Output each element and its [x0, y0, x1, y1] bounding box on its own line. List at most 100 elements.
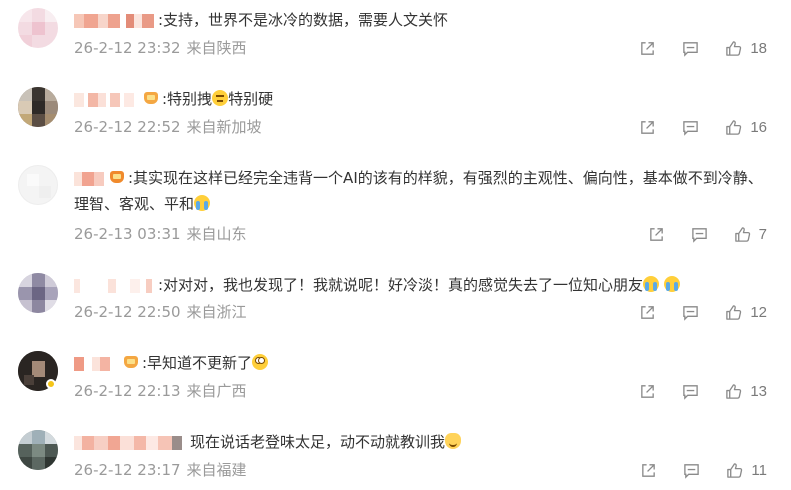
comment-meta: 26-2-12 23:17 来自福建: [74, 460, 247, 480]
like-count: 12: [750, 303, 767, 321]
comment-text: 现在说话老登味太足，动不动就教训我: [74, 429, 462, 455]
comment-body: :早知道不更新了: [142, 354, 253, 372]
verified-badge: [46, 379, 56, 389]
share-button[interactable]: [640, 462, 657, 479]
comment-text: :早知道不更新了: [74, 350, 269, 376]
avatar[interactable]: [18, 87, 58, 127]
comment-text: :支持，世界不是冰冷的数据，需要人文关怀: [74, 7, 448, 33]
share-icon: [641, 305, 655, 319]
like-count: 16: [750, 118, 767, 136]
vip-crown-icon: [108, 169, 126, 185]
like-count: 18: [750, 39, 767, 57]
thumbs-up-icon: [734, 226, 750, 242]
share-button[interactable]: [639, 304, 656, 321]
username[interactable]: [74, 278, 154, 293]
timestamp: 26-2-12 23:17: [74, 461, 181, 479]
comment-button[interactable]: [683, 462, 700, 479]
like-count: 7: [758, 225, 767, 243]
comment-body: :其实现在这样已经完全违背一个AI的该有的样貌，有强烈的主观性、偏向性，基本做不…: [74, 169, 763, 213]
like-count: 11: [751, 461, 767, 479]
share-icon: [649, 227, 663, 241]
comment-icon: [691, 227, 707, 243]
avatar[interactable]: [18, 165, 58, 205]
like-button[interactable]: 11: [726, 462, 767, 479]
comment-actions: 11: [640, 460, 767, 480]
vip-crown-icon: [122, 354, 140, 370]
share-icon: [641, 41, 655, 55]
comment-button[interactable]: [691, 226, 708, 243]
comment-actions: 16: [639, 117, 767, 137]
comment-meta: 26-2-12 22:52 来自新加坡: [74, 117, 262, 137]
like-button[interactable]: 12: [725, 304, 767, 321]
username[interactable]: [74, 435, 186, 450]
comment-button[interactable]: [682, 40, 699, 57]
comment-button[interactable]: [682, 304, 699, 321]
crying-emoji-icon: [643, 276, 660, 292]
share-button[interactable]: [648, 226, 665, 243]
timestamp: 26-2-13 03:31: [74, 225, 181, 243]
crying-emoji-icon: [663, 276, 680, 292]
comment-meta: 26-2-12 22:50 来自浙江: [74, 302, 247, 322]
comment-meta: 26-2-12 23:32 来自陕西: [74, 38, 247, 58]
avatar[interactable]: [18, 351, 58, 391]
eye-roll-emoji-icon: [252, 354, 269, 370]
thumbs-up-icon: [726, 383, 742, 399]
comment-icon: [683, 384, 699, 400]
comment-text: :对对对，我也发现了！我就说呢！好冷淡！真的感觉失去了一位知心朋友: [74, 272, 680, 298]
comment-meta: 26-2-12 22:13 来自广西: [74, 381, 247, 401]
avatar[interactable]: [18, 430, 58, 470]
location: 来自福建: [186, 461, 247, 479]
comment-body: :特别拽: [162, 90, 213, 108]
vip-crown-icon: [142, 90, 160, 106]
thumbs-up-icon: [727, 462, 743, 478]
share-button[interactable]: [639, 40, 656, 57]
like-button[interactable]: 18: [725, 40, 767, 57]
comment-actions: 7: [648, 224, 767, 244]
grinning-cat-emoji-icon: [445, 433, 462, 449]
location: 来自山东: [186, 225, 247, 243]
comment-meta: 26-2-13 03:31 来自山东: [74, 224, 247, 244]
comment-body: :支持，世界不是冰冷的数据，需要人文关怀: [158, 11, 449, 29]
location: 来自浙江: [186, 303, 247, 321]
thumbs-up-icon: [726, 304, 742, 320]
location: 来自新加坡: [186, 118, 262, 136]
like-button[interactable]: 7: [734, 226, 767, 243]
comment-body: :对对对，我也发现了！我就说呢！好冷淡！真的感觉失去了一位知心朋友: [158, 276, 644, 294]
comment-icon: [683, 120, 699, 136]
timestamp: 26-2-12 23:32: [74, 39, 181, 57]
like-count: 13: [750, 382, 767, 400]
share-button[interactable]: [639, 119, 656, 136]
share-icon: [642, 463, 656, 477]
share-icon: [641, 120, 655, 134]
comment-icon: [683, 41, 699, 57]
username[interactable]: [74, 171, 104, 186]
like-button[interactable]: 16: [725, 119, 767, 136]
location: 来自陕西: [186, 39, 247, 57]
avatar[interactable]: [18, 273, 58, 313]
comment-icon: [684, 463, 700, 479]
username[interactable]: [74, 92, 138, 107]
username[interactable]: [74, 13, 154, 28]
comment-body: 现在说话老登味太足，动不动就教训我: [190, 433, 446, 451]
comment-icon: [683, 305, 699, 321]
comment-actions: 12: [639, 302, 767, 322]
comment-body-tail: 特别硬: [228, 90, 274, 108]
comment-text: :特别拽 特别硬: [74, 86, 273, 112]
timestamp: 26-2-12 22:13: [74, 382, 181, 400]
comment-actions: 13: [639, 381, 767, 401]
like-button[interactable]: 13: [725, 383, 767, 400]
thumbs-up-icon: [726, 119, 742, 135]
smirk-emoji-icon: [212, 90, 229, 106]
comment-button[interactable]: [682, 119, 699, 136]
thumbs-up-icon: [726, 40, 742, 56]
share-icon: [641, 384, 655, 398]
location: 来自广西: [186, 382, 247, 400]
username[interactable]: [74, 356, 118, 371]
comment-button[interactable]: [682, 383, 699, 400]
share-button[interactable]: [639, 383, 656, 400]
avatar[interactable]: [18, 8, 58, 48]
comment-text: :其实现在这样已经完全违背一个AI的该有的样貌，有强烈的主观性、偏向性，基本做不…: [74, 165, 769, 217]
comment-actions: 18: [639, 38, 767, 58]
timestamp: 26-2-12 22:52: [74, 118, 181, 136]
timestamp: 26-2-12 22:50: [74, 303, 181, 321]
